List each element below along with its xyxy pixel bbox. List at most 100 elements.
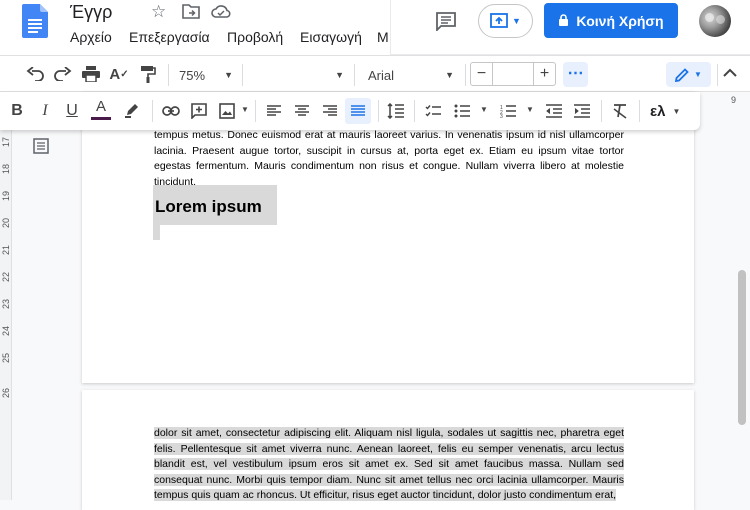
increase-indent-icon[interactable] <box>571 100 593 122</box>
share-button-label: Κοινή Χρήση <box>576 12 664 29</box>
heading-block[interactable]: Lorem ipsum <box>153 185 277 225</box>
align-left-icon[interactable] <box>263 100 285 122</box>
insert-image-icon[interactable] <box>216 100 238 122</box>
chevron-down-icon[interactable]: ▼ <box>241 105 249 114</box>
chevron-down-icon: ▼ <box>445 70 454 80</box>
menu-insert[interactable]: Εισαγωγή <box>300 29 362 45</box>
menu-file[interactable]: Αρχείο <box>70 29 112 45</box>
chevron-down-icon: ▼ <box>224 70 233 80</box>
clear-formatting-icon[interactable] <box>609 100 631 122</box>
ruler-number: 19 <box>1 190 12 202</box>
font-select[interactable]: Arial ▼ <box>362 62 460 88</box>
present-icon <box>490 13 508 28</box>
print-icon[interactable] <box>80 64 102 84</box>
checklist-icon[interactable] <box>422 100 444 122</box>
menu-view[interactable]: Προβολή <box>227 29 283 45</box>
document-canvas: 17 18 19 20 21 22 23 24 25 26 tempus met… <box>0 92 750 510</box>
highlighted-text[interactable]: dolor sit amet, consectetur adipiscing e… <box>154 427 624 501</box>
decrease-indent-icon[interactable] <box>543 100 565 122</box>
justify-icon[interactable] <box>345 98 371 124</box>
align-right-icon[interactable] <box>319 100 341 122</box>
toolbar-divider <box>354 64 355 86</box>
font-value: Arial <box>368 67 395 83</box>
insert-link-icon[interactable] <box>160 100 182 122</box>
toolbar-divider <box>465 64 466 86</box>
toolbar-divider <box>152 100 153 122</box>
document-outline-icon[interactable] <box>33 138 51 156</box>
highlight-color-icon[interactable] <box>121 99 143 121</box>
present-dropdown-icon: ▼ <box>512 16 521 26</box>
toolbar-divider <box>717 64 718 86</box>
share-button[interactable]: Κοινή Χρήση <box>544 3 678 38</box>
ruler-number: 23 <box>1 298 12 310</box>
bulleted-list-icon[interactable] <box>451 100 473 122</box>
chevron-down-icon: ▼ <box>672 106 681 116</box>
zoom-select[interactable]: 75% ▼ <box>175 62 237 88</box>
input-tools-button[interactable]: ελ ▼ <box>646 99 692 123</box>
main-toolbar: A ✓ 75% ▼ ▼ Arial ▼ − + ⋯ ▼ <box>0 55 750 92</box>
vertical-ruler <box>0 130 12 500</box>
pencil-icon <box>675 67 689 82</box>
avatar-detail <box>716 15 725 24</box>
chevron-down-icon[interactable]: ▼ <box>480 105 488 114</box>
document-title[interactable]: Έγγρ <box>70 2 112 23</box>
paragraph-text[interactable]: dolor sit amet, consectetur adipiscing e… <box>154 426 624 504</box>
ruler-top-mark: 9 <box>731 95 737 105</box>
menu-edit[interactable]: Επεξεργασία <box>129 29 210 45</box>
toolbar-divider <box>601 100 602 122</box>
formatting-toolbar: B I U A ▼ ▼ 123 ▼ ελ ▼ <box>0 92 700 130</box>
menu-format[interactable]: Μ <box>377 29 389 45</box>
collapse-menu-icon[interactable] <box>723 65 741 83</box>
lock-icon <box>559 14 569 26</box>
cloud-status-icon[interactable] <box>211 3 231 19</box>
text-color-button[interactable]: A <box>90 97 112 122</box>
ruler-number: 17 <box>1 136 12 148</box>
underline-button[interactable]: U <box>63 100 81 122</box>
add-comment-icon[interactable] <box>188 100 210 122</box>
undo-icon[interactable] <box>24 64 46 84</box>
text-color-swatch <box>91 117 111 120</box>
document-page[interactable]: tempus metus. Donec euismod erat at maur… <box>82 92 694 383</box>
editing-mode-button[interactable]: ▼ <box>666 62 711 87</box>
more-options-button[interactable]: ⋯ <box>563 62 588 87</box>
paint-format-icon[interactable] <box>137 64 159 84</box>
chevron-down-icon: ▼ <box>335 70 344 80</box>
toolbar-divider <box>242 64 243 86</box>
comments-icon[interactable] <box>435 11 457 33</box>
spellcheck-icon[interactable]: A ✓ <box>108 63 130 85</box>
bold-button[interactable]: B <box>8 100 26 122</box>
empty-highlighted-line[interactable] <box>153 225 160 240</box>
toolbar-divider <box>414 100 415 122</box>
numbered-list-icon[interactable]: 123 <box>497 100 519 122</box>
ruler-number: 18 <box>1 163 12 175</box>
avatar-detail <box>705 13 714 22</box>
font-size-input[interactable] <box>493 62 533 86</box>
align-center-icon[interactable] <box>291 100 313 122</box>
ruler-number: 24 <box>1 325 12 337</box>
chevron-down-icon[interactable]: ▼ <box>526 105 534 114</box>
ruler-number: 25 <box>1 352 12 364</box>
document-page[interactable]: dolor sit amet, consectetur adipiscing e… <box>82 390 694 510</box>
toolbar-divider <box>639 100 640 122</box>
line-spacing-icon[interactable] <box>385 100 407 122</box>
font-size-decrease-button[interactable]: − <box>470 62 493 86</box>
input-language-label: ελ <box>650 102 666 120</box>
toolbar-divider <box>378 100 379 122</box>
italic-button[interactable]: I <box>36 100 54 122</box>
top-bar: Έγγρ ☆ Αρχείο Επεξεργασία Προβολή Εισαγω… <box>0 0 750 55</box>
account-avatar[interactable] <box>699 5 731 37</box>
style-select[interactable]: ▼ <box>248 62 348 88</box>
font-size-increase-button[interactable]: + <box>533 62 556 86</box>
ruler-number: 26 <box>1 387 12 399</box>
toolbar-divider <box>255 100 256 122</box>
scrollbar-thumb[interactable] <box>738 270 746 425</box>
ruler-number: 21 <box>1 244 12 256</box>
heading-text[interactable]: Lorem ipsum <box>155 197 262 217</box>
present-button[interactable]: ▼ <box>478 4 533 38</box>
docs-logo-icon[interactable] <box>22 4 48 38</box>
chevron-down-icon: ▼ <box>694 70 702 79</box>
redo-icon[interactable] <box>52 64 74 84</box>
star-icon[interactable]: ☆ <box>151 2 166 22</box>
paragraph-text[interactable]: tempus metus. Donec euismod erat at maur… <box>154 128 624 190</box>
move-to-folder-icon[interactable] <box>182 3 200 19</box>
